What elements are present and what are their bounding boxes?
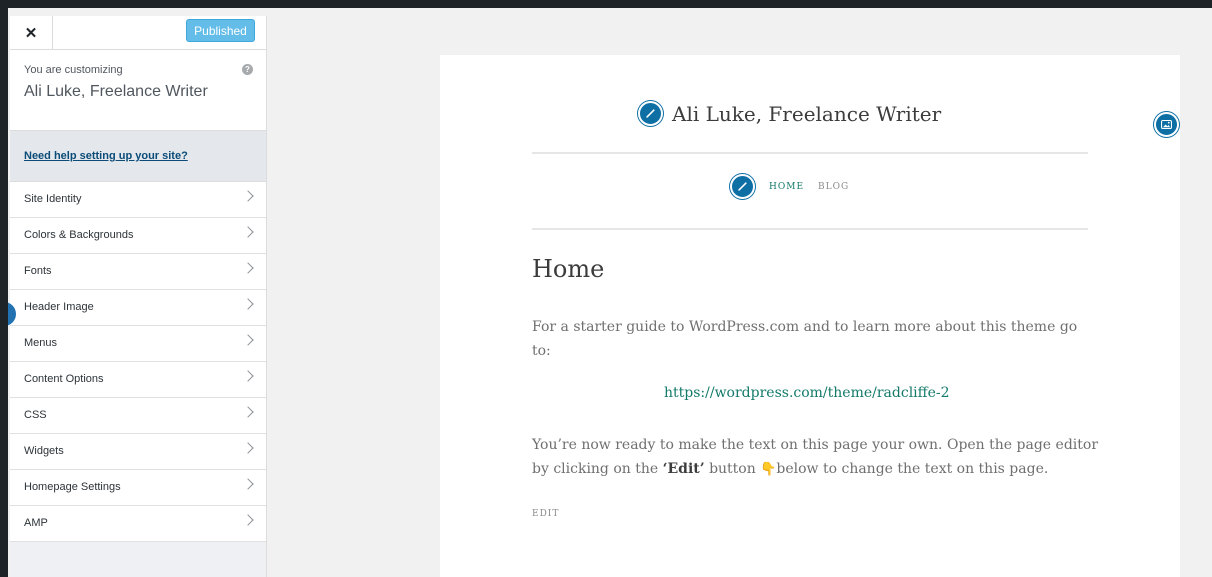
edit-page-link[interactable]: EDIT xyxy=(532,509,559,519)
site-title[interactable]: Ali Luke, Freelance Writer xyxy=(672,102,941,126)
theme-url-link[interactable]: https://wordpress.com/theme/radcliffe-2 xyxy=(664,385,950,401)
panel-menu: Site Identity Colors & Backgrounds Fonts He… xyxy=(10,182,266,542)
help-link[interactable]: Need help setting up your site? xyxy=(24,150,188,162)
help-icon[interactable]: ? xyxy=(242,64,253,75)
sidebar-item-label: Header Image xyxy=(24,301,94,313)
sidebar-item-menus[interactable]: Menus xyxy=(10,326,266,362)
sidebar-item-label: AMP xyxy=(24,517,48,529)
sidebar-item-label: CSS xyxy=(24,409,47,421)
sidebar-item-header-image[interactable]: Header Image xyxy=(10,290,266,326)
chevron-right-icon xyxy=(242,406,254,418)
instructions-text-3: below to change the text on this page. xyxy=(776,461,1049,477)
chevron-right-icon xyxy=(242,442,254,454)
sidebar-item-css[interactable]: CSS xyxy=(10,398,266,434)
chevron-right-icon xyxy=(242,370,254,382)
chevron-right-icon xyxy=(242,190,254,202)
chevron-right-icon xyxy=(242,334,254,346)
edit-site-title-icon[interactable] xyxy=(638,101,663,126)
nav-blog-link[interactable]: BLOG xyxy=(818,182,849,192)
header-divider xyxy=(532,152,1088,154)
sidebar-item-label: Site Identity xyxy=(24,193,82,205)
instructions-paragraph: You’re now ready to make the text on thi… xyxy=(532,433,1112,482)
chevron-right-icon xyxy=(242,298,254,310)
sidebar-topbar: ✕ Published xyxy=(10,16,266,50)
site-preview: Ali Luke, Freelance Writer HOME BLOG Hom… xyxy=(440,55,1180,577)
sidebar-item-label: Colors & Backgrounds xyxy=(24,229,134,241)
sidebar-item-label: Menus xyxy=(24,337,58,349)
nav-divider xyxy=(532,228,1088,230)
sidebar-item-widgets[interactable]: Widgets xyxy=(10,434,266,470)
published-button[interactable]: Published xyxy=(186,19,255,42)
site-name: Ali Luke, Freelance Writer xyxy=(24,83,208,100)
instructions-text-2: button xyxy=(704,461,761,477)
main-navigation: HOME BLOG xyxy=(730,174,849,199)
edit-menu-icon[interactable] xyxy=(730,174,755,199)
customizer-sidebar: ✕ Published You are customizing Ali Luke… xyxy=(10,16,267,577)
sidebar-item-colors-backgrounds[interactable]: Colors & Backgrounds xyxy=(10,218,266,254)
nav-home-link[interactable]: HOME xyxy=(769,182,804,192)
sidebar-item-label: Homepage Settings xyxy=(24,481,121,493)
site-header: Ali Luke, Freelance Writer xyxy=(638,101,941,126)
customizing-info: You are customizing Ali Luke, Freelance … xyxy=(10,50,266,131)
sidebar-item-label: Widgets xyxy=(24,445,64,457)
sidebar-item-amp[interactable]: AMP xyxy=(10,506,266,542)
chevron-right-icon xyxy=(242,226,254,238)
customizing-label: You are customizing xyxy=(24,64,123,76)
page-title: Home xyxy=(532,255,605,283)
sidebar-item-homepage-settings[interactable]: Homepage Settings xyxy=(10,470,266,506)
customizer-window: ✕ Published You are customizing Ali Luke… xyxy=(8,8,1212,577)
header-image-edit-icon[interactable] xyxy=(1154,112,1179,137)
chevron-right-icon xyxy=(242,514,254,526)
sidebar-item-fonts[interactable]: Fonts xyxy=(10,254,266,290)
intro-paragraph: For a starter guide to WordPress.com and… xyxy=(532,319,1078,359)
chevron-right-icon xyxy=(242,478,254,490)
edit-emphasis: ‘Edit’ xyxy=(662,461,705,477)
sidebar-item-content-options[interactable]: Content Options xyxy=(10,362,266,398)
sidebar-item-label: Fonts xyxy=(24,265,52,277)
sidebar-item-site-identity[interactable]: Site Identity xyxy=(10,182,266,218)
close-icon[interactable]: ✕ xyxy=(10,16,53,49)
sidebar-item-label: Content Options xyxy=(24,373,104,385)
chevron-right-icon xyxy=(242,262,254,274)
pointing-down-icon: 👇 xyxy=(760,462,777,477)
help-section: Need help setting up your site? xyxy=(10,131,266,182)
